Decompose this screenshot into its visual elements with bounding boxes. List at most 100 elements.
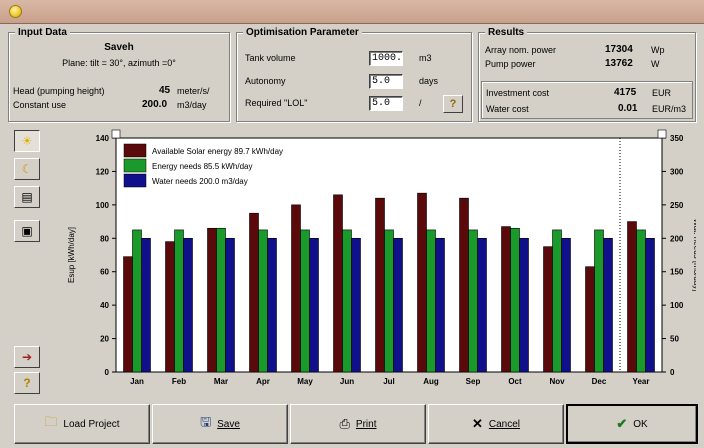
input-data-title: Input Data xyxy=(15,27,70,38)
solar-view-button[interactable]: ☀ xyxy=(14,130,40,152)
close-icon: ✕ xyxy=(471,416,483,431)
bar xyxy=(435,237,445,373)
x-tick-label: Apr xyxy=(256,377,270,386)
lol-input[interactable]: 5.0 xyxy=(369,96,403,111)
x-tick-label: May xyxy=(297,377,313,386)
bar-chart: 0 20 40 60 80 100 120 140 0 50 100 150 200 250 300 350 E… xyxy=(67,129,701,386)
investment-cost-label: Investment cost xyxy=(486,88,550,98)
bar xyxy=(501,226,511,373)
constant-use-label: Constant use xyxy=(13,100,67,110)
bar xyxy=(351,237,361,373)
autonomy-input[interactable]: 5.0 xyxy=(369,74,403,89)
x-tick-label: Mar xyxy=(214,377,228,386)
x-tick-label: Oct xyxy=(508,377,522,386)
night-view-button[interactable]: ☾ xyxy=(14,158,40,180)
y-tick-label: 120 xyxy=(96,167,110,176)
array-power-label: Array nom. power xyxy=(485,45,557,55)
app-sun-icon[interactable] xyxy=(9,5,22,18)
legend-label: Energy needs 85.5 kWh/day xyxy=(152,162,253,171)
table-view-button[interactable]: ▤ xyxy=(14,186,40,208)
printer-icon: ⎙ xyxy=(339,416,350,431)
bar xyxy=(636,229,646,373)
bar xyxy=(603,237,613,373)
save-button[interactable]: 🖫 Save xyxy=(152,404,288,444)
head-label: Head (pumping height) xyxy=(13,86,105,96)
tank-volume-input[interactable]: 1000. xyxy=(369,51,403,66)
bar xyxy=(426,229,436,373)
bar xyxy=(342,229,352,373)
bar xyxy=(267,237,277,373)
optimisation-group: Optimisation Parameter Tank volume 1000.… xyxy=(236,27,472,122)
site-name: Saveh xyxy=(104,42,134,53)
window-titlebar xyxy=(0,0,704,24)
head-unit: meter/s/ xyxy=(177,86,210,96)
bar xyxy=(132,229,142,373)
y2-tick-label: 50 xyxy=(670,335,679,344)
bar xyxy=(165,241,175,373)
y-tick-label: 20 xyxy=(100,335,109,344)
bar xyxy=(333,194,343,373)
x-tick-label: Jun xyxy=(340,377,354,386)
array-power-unit: Wp xyxy=(651,45,665,55)
bar xyxy=(207,227,217,373)
bar xyxy=(627,221,637,373)
x-tick-label: Jan xyxy=(130,377,144,386)
legend-swatch xyxy=(123,158,147,173)
bar xyxy=(291,204,301,373)
bar xyxy=(519,237,529,373)
x-tick-label: Jul xyxy=(383,377,395,386)
print-preview-button[interactable]: ▣ xyxy=(14,220,40,242)
water-cost-unit: EUR/m3 xyxy=(652,104,687,114)
ok-button[interactable]: ✔ OK xyxy=(566,404,698,444)
bar xyxy=(552,229,562,373)
bar xyxy=(216,227,226,373)
x-tick-label: Feb xyxy=(172,377,186,386)
cancel-label: Cancel xyxy=(488,418,521,430)
y2-tick-label: 200 xyxy=(670,234,684,243)
y-tick-label: 100 xyxy=(96,201,110,210)
help-button[interactable]: ? xyxy=(14,372,40,394)
bar xyxy=(375,197,385,373)
corner-marker xyxy=(111,129,121,139)
investment-cost-unit: EUR xyxy=(652,88,672,98)
cancel-button[interactable]: ✕ Cancel xyxy=(428,404,564,444)
save-label: Save xyxy=(217,418,240,430)
x-tick-label: Sep xyxy=(466,377,481,386)
results-title: Results xyxy=(485,27,528,38)
bar xyxy=(174,229,184,373)
autonomy-label: Autonomy xyxy=(245,76,286,86)
chart-area: 0 20 40 60 80 100 120 140 0 50 100 150 200 250 300 350 E… xyxy=(48,128,701,394)
bar xyxy=(300,229,310,373)
print-label: Print xyxy=(355,418,377,430)
table-icon: ▤ xyxy=(21,190,33,204)
bar xyxy=(543,246,553,373)
bar xyxy=(309,237,319,373)
load-project-button[interactable]: 🗀 Load Project xyxy=(14,404,150,444)
bar xyxy=(645,237,655,373)
optimisation-help-button[interactable]: ? xyxy=(443,95,463,113)
export-icon: ➔ xyxy=(21,350,33,364)
investment-cost-value: 4175 xyxy=(614,87,637,98)
lol-label: Required "LOL" xyxy=(245,98,308,108)
pump-power-label: Pump power xyxy=(485,59,536,69)
y-tick-label: 40 xyxy=(100,301,109,310)
x-tick-label: Nov xyxy=(549,377,565,386)
constant-use-unit: m3/day xyxy=(177,100,207,110)
bar xyxy=(384,229,394,373)
bar xyxy=(141,237,151,373)
water-cost-value: 0.01 xyxy=(618,103,638,114)
water-cost-label: Water cost xyxy=(486,104,529,114)
y2-axis-title: Wat. needs [m3/day] xyxy=(692,218,696,291)
tank-volume-unit: m3 xyxy=(419,53,432,63)
bar xyxy=(585,266,595,373)
print-button[interactable]: ⎙ Print xyxy=(290,404,426,444)
x-tick-label: Year xyxy=(633,377,650,386)
pump-power-unit: W xyxy=(651,59,660,69)
pump-power-value: 13762 xyxy=(605,58,633,69)
bar xyxy=(417,192,427,373)
legend-label: Water needs 200.0 m3/day xyxy=(152,177,248,186)
bar xyxy=(477,237,487,373)
x-tick-label: Dec xyxy=(592,377,607,386)
y2-tick-label: 0 xyxy=(670,368,675,377)
export-button[interactable]: ➔ xyxy=(14,346,40,368)
